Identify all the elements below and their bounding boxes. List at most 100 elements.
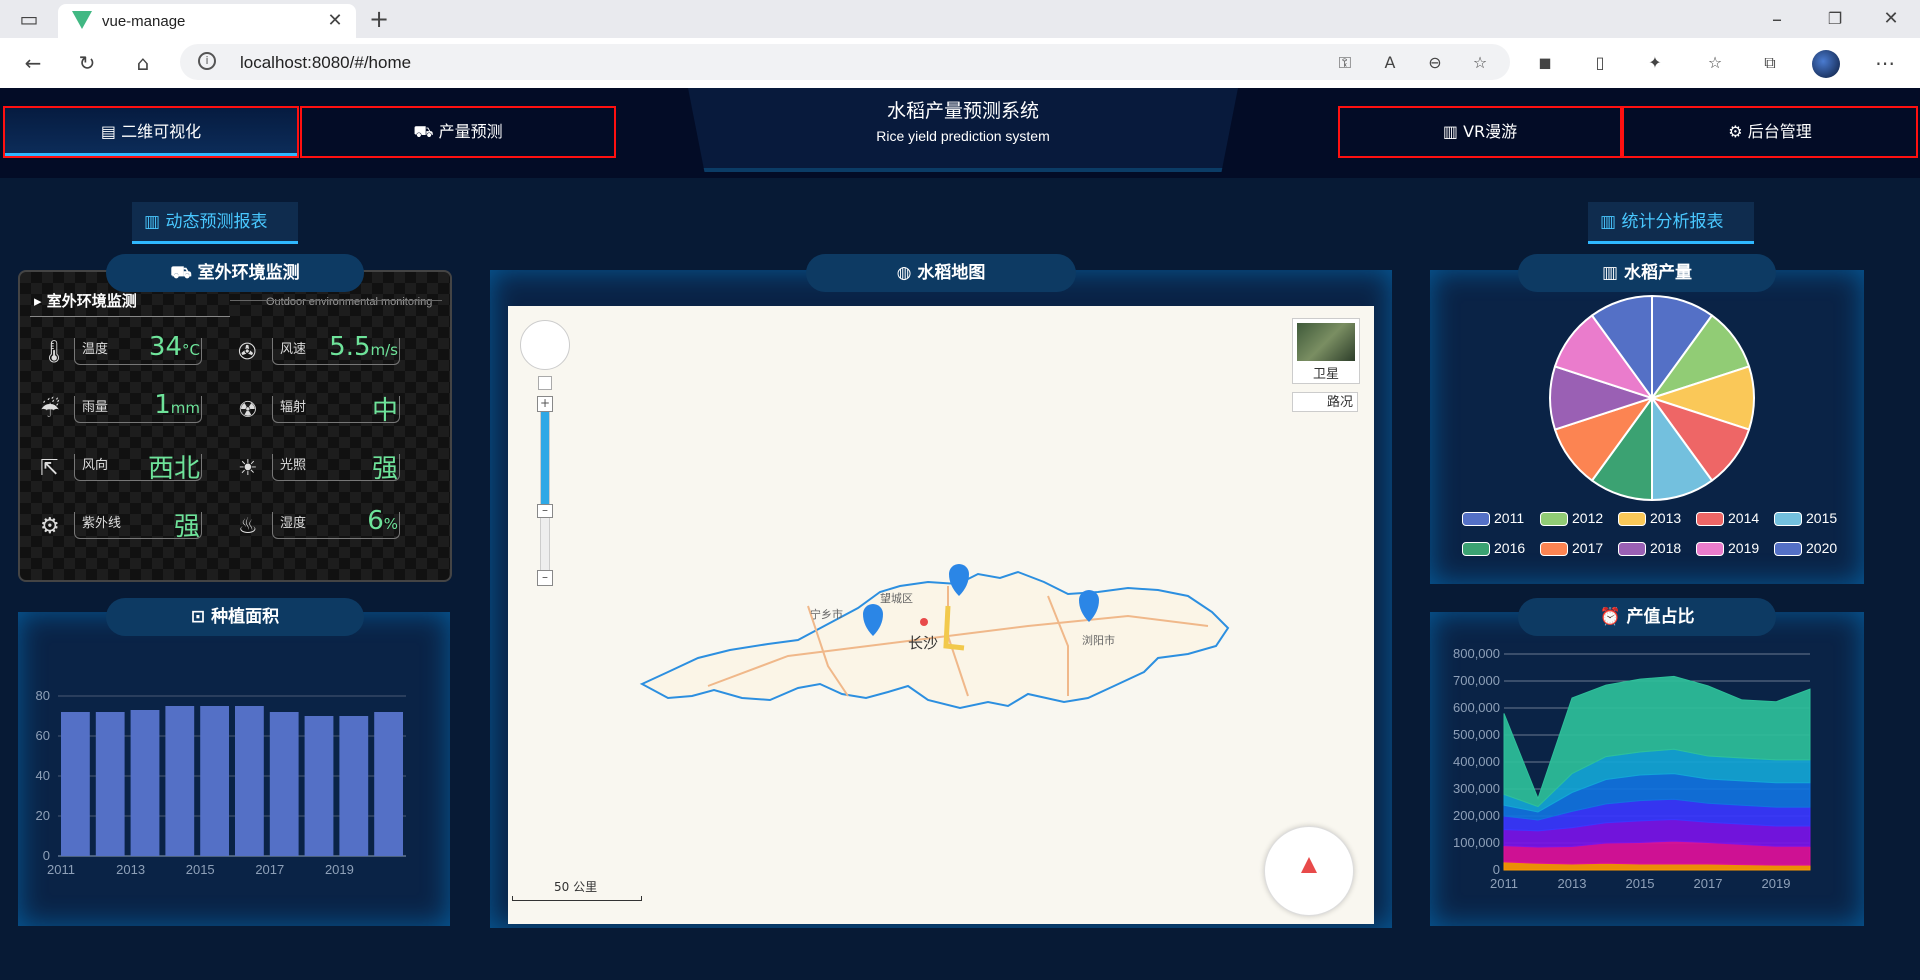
read-aloud-icon[interactable]: A [1375, 48, 1405, 78]
env-header-line [230, 300, 442, 301]
favorites-icon[interactable]: ☆ [1700, 48, 1730, 78]
zoom-out-button[interactable]: – [537, 570, 553, 586]
new-tab-icon[interactable]: + [364, 4, 394, 34]
compass-control[interactable] [1264, 826, 1354, 916]
bar-chart-icon: ▥ [1600, 212, 1622, 232]
legend-swatch [1696, 542, 1724, 556]
env-monitor-panel: ▸ 室外环境监测 Outdoor environmental monitorin… [18, 270, 452, 582]
key-icon[interactable]: ⚿ [1330, 48, 1360, 78]
env-header-zh: 室外环境监测 [46, 292, 137, 310]
home-icon[interactable]: ⌂ [128, 48, 158, 78]
nav-vr-tour[interactable]: ▥ VR漫游 [1338, 106, 1622, 158]
map-drawing [639, 564, 1230, 710]
legend-swatch [1618, 512, 1646, 526]
panel-title-text: 产值占比 [1626, 607, 1695, 627]
report-button-label: 动态预测报表 [165, 212, 268, 232]
zoom-in-button[interactable]: + [537, 396, 553, 412]
bar-2012 [95, 712, 125, 856]
rain-icon: ☔ [40, 398, 60, 423]
yield-panel-title: ▥ 水稻产量 [1518, 254, 1776, 292]
bar-2016 [235, 706, 264, 856]
legend-label: 2020 [1806, 540, 1838, 556]
bar-chart-icon: ▥ [144, 212, 166, 232]
legend-label: 2018 [1650, 540, 1682, 556]
env-value-number: 强 [371, 454, 398, 484]
app-header: ▤ 二维可视化 ⛟ 产量预测 水稻产量预测系统 Rice yield predi… [0, 88, 1920, 178]
extensions-icon[interactable]: ✦ [1640, 48, 1670, 78]
dynamic-report-button[interactable]: ▥ 动态预测报表 [132, 202, 298, 244]
tab-title: vue-manage [102, 13, 186, 30]
satellite-toggle[interactable]: 卫星 [1292, 318, 1360, 384]
traffic-toggle[interactable]: 路况 [1292, 392, 1358, 412]
env-item-value: 5.5m/s [298, 332, 398, 362]
wind-direction-icon: ⇱ [40, 456, 59, 481]
env-value-number: 西北 [147, 454, 200, 484]
nav-yield-prediction[interactable]: ⛟ 产量预测 [300, 106, 616, 158]
y-tick-label: 40 [36, 768, 50, 783]
legend-label: 2017 [1572, 540, 1604, 556]
info-icon[interactable]: i [198, 52, 216, 70]
locate-button[interactable] [538, 376, 552, 390]
zoom-out-icon[interactable]: ⊖ [1420, 48, 1450, 78]
fan-icon: ✇ [238, 340, 257, 365]
nav-label: 后台管理 [1747, 122, 1812, 141]
bar-chart-icon: ▥ [1442, 122, 1464, 141]
url-text: localhost:8080/#/home [240, 53, 412, 72]
satellite-thumbnail [1297, 323, 1355, 361]
env-value-unit: °C [182, 341, 200, 359]
x-tick-label: 2013 [1558, 876, 1587, 891]
page-icon[interactable]: ▯ [1585, 48, 1615, 78]
value-share-chart: 0 100,000 200,000 300,000 400,000 500,000 600,… [1453, 646, 1811, 891]
rice-yield-chart [1549, 295, 1755, 501]
legend-label: 2014 [1728, 510, 1760, 526]
y-tick-label: 0 [43, 848, 50, 863]
city-label: 浏阳市 [1082, 634, 1115, 647]
x-tick-label: 2017 [1694, 876, 1723, 891]
back-icon[interactable]: ← [18, 48, 48, 78]
satellite-label: 卫星 [1312, 367, 1339, 382]
close-tab-icon[interactable]: ✕ [320, 6, 350, 36]
favorite-add-icon[interactable]: ☆ [1465, 48, 1495, 78]
profile-avatar[interactable] [1812, 50, 1840, 78]
nav-2d-visualization[interactable]: ▤ 二维可视化 [3, 106, 299, 158]
rice-yield-panel: 2011 2012 2013 2014 2015 2016 2017 2018 2019 2020 [1430, 270, 1864, 584]
pan-control[interactable] [520, 320, 570, 370]
browser-tab[interactable]: vue-manage ✕ [58, 4, 356, 38]
reload-icon[interactable]: ↻ [72, 48, 102, 78]
restore-icon[interactable]: ❐ [1820, 4, 1850, 34]
url-field[interactable]: i localhost:8080/#/home [180, 44, 1510, 80]
env-value-unit: mm [170, 399, 200, 417]
city-label: 望城区 [880, 592, 913, 605]
car-icon: ⛟ [170, 263, 198, 283]
zoom-handle[interactable]: – [537, 504, 553, 518]
value-panel-title: ⏰ 产值占比 [1518, 598, 1776, 636]
bar-chart-icon: ▥ [1602, 263, 1624, 283]
tab-actions-icon[interactable]: ▭ [14, 4, 44, 34]
collections-icon[interactable]: ⧉ [1755, 48, 1785, 78]
close-window-icon[interactable]: ✕ [1876, 4, 1906, 34]
browser-address-bar: ← ↻ ⌂ i localhost:8080/#/home ⚿ A ⊖ ☆ ◼ … [0, 38, 1920, 89]
monitor-icon: ⊡ [190, 607, 212, 627]
document-icon: ▤ [100, 122, 122, 141]
browser-tab-bar: ▭ vue-manage ✕ + – ❐ ✕ [0, 0, 1920, 38]
zoom-slider[interactable] [540, 400, 550, 578]
env-value-unit: m/s [370, 341, 398, 359]
bar-2014 [165, 706, 195, 856]
extension-icon[interactable]: ◼ [1530, 48, 1560, 78]
env-header-line [30, 316, 230, 317]
x-tick-label: 2019 [325, 862, 354, 877]
legend-swatch [1540, 512, 1568, 526]
nav-admin[interactable]: ⚙ 后台管理 [1622, 106, 1918, 158]
uv-icon: ⚙ [40, 514, 60, 539]
y-tick-label: 700,000 [1453, 673, 1500, 688]
minimize-icon[interactable]: – [1762, 4, 1792, 34]
y-tick-label: 0 [1493, 862, 1500, 877]
statistics-report-button[interactable]: ▥ 统计分析报表 [1588, 202, 1754, 244]
page-title: 水稻产量预测系统 [886, 100, 1039, 122]
env-item-value: 34°C [100, 332, 200, 362]
panel-title-text: 种植面积 [211, 607, 280, 627]
map-panel-title: ◍ 水稻地图 [806, 254, 1076, 292]
env-value-unit: % [383, 515, 398, 533]
more-menu-icon[interactable]: ⋯ [1870, 48, 1900, 78]
map-canvas[interactable]: 长沙 宁乡市 望城区 浏阳市 + – – 卫星 路况 50 公里 [508, 306, 1374, 924]
